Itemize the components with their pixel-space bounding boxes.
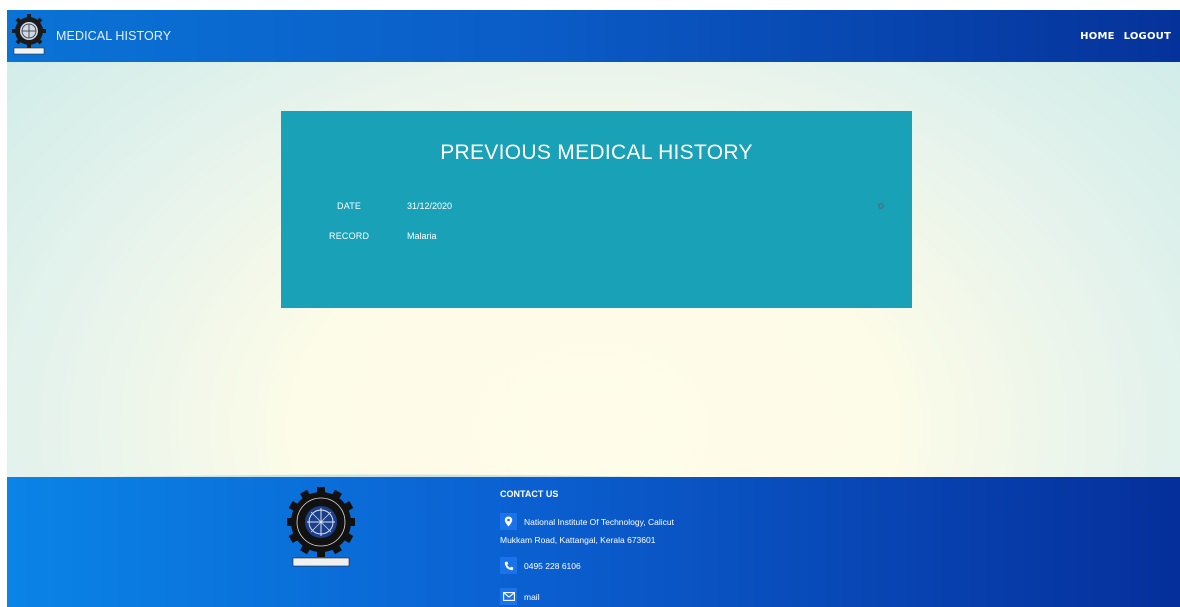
address-line-1: National Institute Of Technology, Calicu… [524, 516, 674, 527]
gear-icon[interactable] [877, 202, 885, 210]
institute-logo-icon [12, 14, 46, 55]
home-link[interactable]: HOME [1080, 31, 1114, 42]
nav-menu: HOME LOGOUT [1080, 31, 1171, 42]
footer: CONTACT US National Institute Of Technol… [7, 477, 1180, 607]
brand[interactable]: MEDICAL HISTORY [11, 14, 171, 58]
phone-number[interactable]: 0495 228 6106 [524, 561, 581, 571]
card-title: PREVIOUS MEDICAL HISTORY [440, 141, 753, 164]
medical-history-card: PREVIOUS MEDICAL HISTORY DATE 31/12/2020… [281, 111, 912, 308]
mail-item: mail [500, 588, 540, 605]
record-value: Malaria [407, 231, 437, 241]
page: MEDICAL HISTORY HOME LOGOUT PREVIOUS MED… [7, 10, 1180, 607]
top-navbar: MEDICAL HISTORY HOME LOGOUT [7, 10, 1180, 62]
contact-title: CONTACT US [500, 489, 559, 499]
mail-link[interactable]: mail [524, 592, 540, 602]
date-value: 31/12/2020 [407, 201, 453, 211]
address-line-2: Mukkam Road, Kattangal, Kerala 673601 [500, 535, 656, 545]
date-label: DATE [337, 201, 362, 211]
envelope-icon [500, 588, 517, 605]
logout-link[interactable]: LOGOUT [1124, 31, 1171, 42]
location-pin-icon [500, 513, 517, 530]
phone-icon [500, 557, 517, 574]
address-item: National Institute Of Technology, Calicu… [500, 513, 674, 530]
phone-item: 0495 228 6106 [500, 557, 581, 574]
brand-title: MEDICAL HISTORY [56, 29, 172, 43]
record-label: RECORD [329, 231, 370, 241]
institute-seal-icon [287, 487, 355, 567]
